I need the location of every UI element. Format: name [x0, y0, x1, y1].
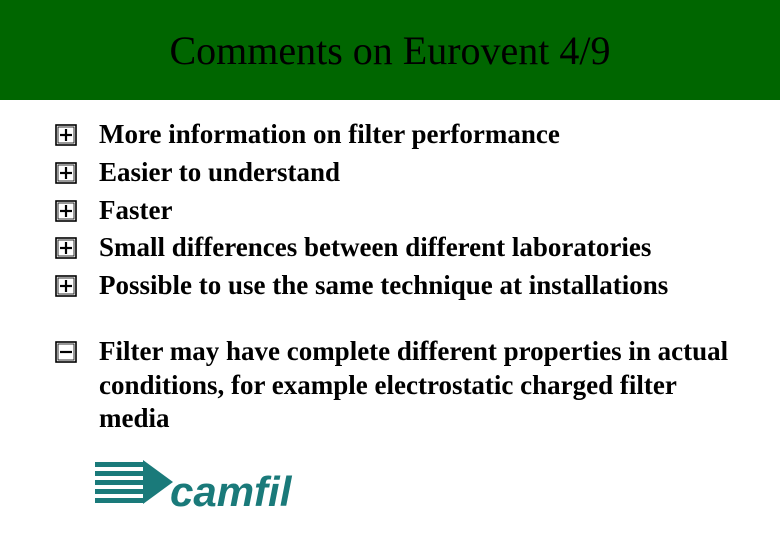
plus-box-icon [55, 275, 77, 297]
list-item: Faster [55, 194, 730, 228]
plus-box-icon [55, 124, 77, 146]
bullet-text: Small differences between different labo… [99, 231, 730, 265]
list-item: Easier to understand [55, 156, 730, 190]
list-item: More information on filter performance [55, 118, 730, 152]
bullet-text: Faster [99, 194, 730, 228]
bullet-text: Filter may have complete different prope… [99, 335, 730, 436]
title-bar: Comments on Eurovent 4/9 [0, 0, 780, 100]
slide-content: More information on filter performance E… [0, 100, 780, 436]
positive-list: More information on filter performance E… [55, 118, 730, 303]
negative-list: Filter may have complete different prope… [55, 335, 730, 436]
bullet-text: Possible to use the same technique at in… [99, 269, 730, 303]
minus-box-icon [55, 341, 77, 363]
list-item: Possible to use the same technique at in… [55, 269, 730, 303]
bullet-text: More information on filter performance [99, 118, 730, 152]
camfil-logo: camfil [95, 460, 325, 522]
plus-box-icon [55, 162, 77, 184]
bullet-text: Easier to understand [99, 156, 730, 190]
plus-box-icon [55, 237, 77, 259]
plus-box-icon [55, 200, 77, 222]
logo-text: camfil [170, 468, 293, 515]
slide-title: Comments on Eurovent 4/9 [169, 27, 610, 74]
list-item: Filter may have complete different prope… [55, 335, 730, 436]
list-item: Small differences between different labo… [55, 231, 730, 265]
